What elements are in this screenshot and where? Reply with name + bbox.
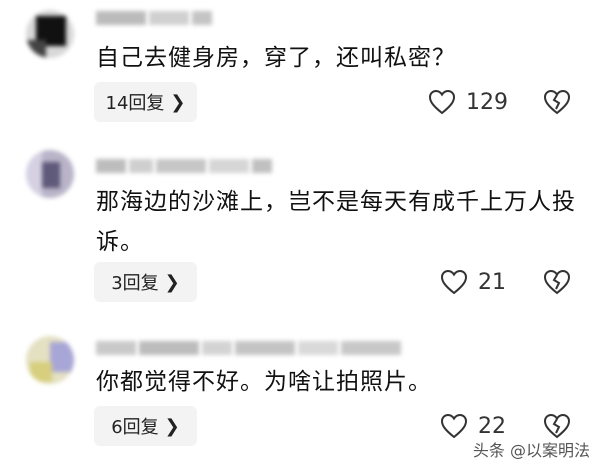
comment-text: 你都觉得不好。为啥让拍照片。	[96, 369, 432, 395]
broken-heart-icon[interactable]	[543, 412, 571, 440]
avatar[interactable]	[26, 10, 74, 58]
heart-outline-icon	[440, 413, 468, 439]
broken-heart-icon[interactable]	[543, 268, 571, 296]
watermark: 头条 @以案明法	[472, 441, 590, 460]
broken-heart-icon[interactable]	[543, 88, 571, 116]
username-blurred[interactable]	[96, 340, 404, 355]
like-button[interactable]: 129	[428, 89, 508, 115]
like-count: 21	[478, 269, 506, 295]
replies-button[interactable]: 14回复 ❯	[94, 82, 197, 122]
like-button[interactable]: 21	[440, 269, 506, 295]
heart-outline-icon	[428, 89, 456, 115]
username-blurred[interactable]	[96, 158, 275, 173]
comment-text: 自己去健身房，穿了，还叫私密？	[96, 45, 456, 71]
chevron-right-icon: ❯	[164, 271, 180, 293]
replies-button[interactable]: 3回复 ❯	[94, 262, 197, 302]
avatar[interactable]	[26, 336, 74, 384]
comment-text: 那海边的沙滩上，岂不是每天有成千上万人投诉。	[96, 189, 576, 255]
heart-outline-icon	[440, 269, 468, 295]
like-count: 22	[478, 413, 506, 439]
reply-count-label: 3回复	[111, 273, 159, 294]
chevron-right-icon: ❯	[164, 415, 180, 437]
avatar[interactable]	[26, 150, 74, 198]
comment-item: 那海边的沙滩上，岂不是每天有成千上万人投诉。 3回复 ❯ 21	[0, 140, 600, 310]
reply-count-label: 6回复	[111, 417, 159, 438]
like-button[interactable]: 22	[440, 413, 506, 439]
replies-button[interactable]: 6回复 ❯	[94, 406, 197, 446]
chevron-right-icon: ❯	[170, 91, 186, 113]
reply-count-label: 14回复	[105, 93, 165, 114]
username-blurred[interactable]	[96, 10, 215, 25]
like-count: 129	[466, 89, 508, 115]
comment-item: 自己去健身房，穿了，还叫私密？ 14回复 ❯ 129	[0, 0, 600, 140]
